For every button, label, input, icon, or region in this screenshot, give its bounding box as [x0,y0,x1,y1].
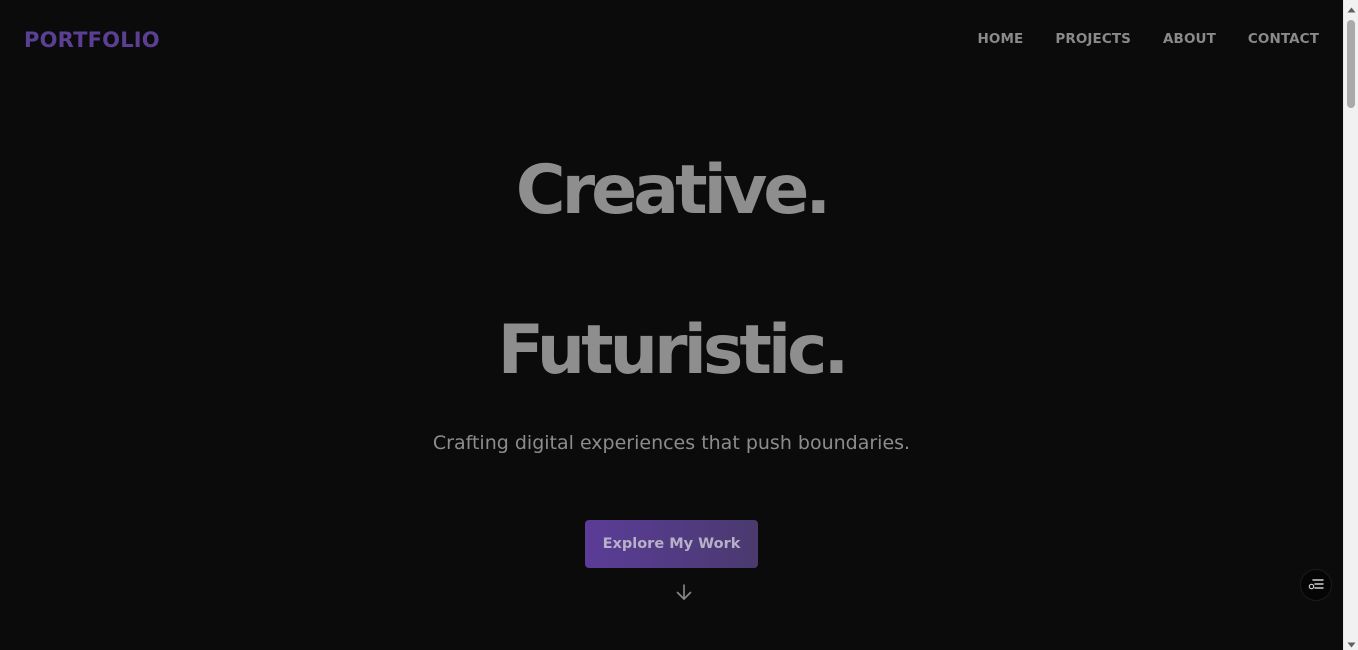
brand-logo[interactable]: PORTFOLIO [24,28,160,52]
scrollbar-thumb[interactable] [1347,20,1355,108]
nav-projects[interactable]: PROJECTS [1055,31,1131,47]
hero-subtitle: Crafting digital experiences that push b… [432,432,911,454]
nav-contact[interactable]: CONTACT [1248,31,1319,47]
triangle-down-icon [1347,633,1356,650]
vertical-scrollbar[interactable] [1343,0,1358,650]
page: PORTFOLIO HOME PROJECTS ABOUT CONTACT Cr… [0,0,1343,650]
scroll-down-button[interactable] [1344,635,1358,650]
explore-work-button[interactable]: Explore My Work [585,520,758,568]
triangle-up-icon [1347,0,1356,17]
scroll-up-button[interactable] [1344,0,1358,15]
menu-settings-icon [1308,576,1324,595]
nav-home[interactable]: HOME [978,31,1024,47]
hero-title-line-2: Futuristic. [497,311,850,390]
main-nav: HOME PROJECTS ABOUT CONTACT [978,31,1320,47]
hero-title-line-1: Creative. [515,151,832,230]
floating-menu-button[interactable] [1300,569,1332,601]
nav-about[interactable]: ABOUT [1163,31,1216,47]
browser-viewport: PORTFOLIO HOME PROJECTS ABOUT CONTACT Cr… [0,0,1358,650]
arrow-down-icon[interactable] [675,583,693,601]
